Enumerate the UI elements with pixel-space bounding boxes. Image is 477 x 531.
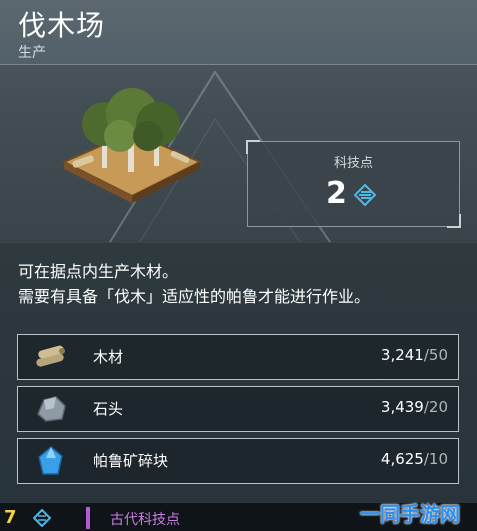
footer-tech-points: 7 xyxy=(4,507,17,528)
tech-point-value: 2 xyxy=(326,176,347,211)
material-have: 3,439 xyxy=(380,398,424,416)
tech-point-icon xyxy=(33,509,51,527)
tech-point-label: 科技点 xyxy=(333,156,373,171)
tech-point-icon xyxy=(354,184,376,206)
material-name: 帕鲁矿碎块 xyxy=(93,452,169,470)
material-need: /10 xyxy=(423,450,448,468)
description-line-2: 需要有具备「伐木」适应性的帕鲁才能进行作业。 xyxy=(18,287,371,306)
material-have: 3,241 xyxy=(380,346,424,364)
material-row-stone: 石头 3,439/20 xyxy=(17,386,459,432)
material-have: 4,625 xyxy=(380,450,424,468)
pal-fragment-icon xyxy=(38,446,63,475)
stone-icon xyxy=(37,396,66,422)
ancient-tech-tab[interactable]: 古代科技点 xyxy=(110,509,180,529)
material-need: /20 xyxy=(423,398,448,416)
material-name: 木材 xyxy=(93,348,124,366)
material-name: 石头 xyxy=(93,400,124,418)
wood-icon xyxy=(36,345,65,367)
header: 伐木场 生产 xyxy=(0,0,477,65)
building-title: 伐木场 xyxy=(18,9,106,42)
material-row-pal-fragment: 帕鲁矿碎块 4,625/10 xyxy=(17,438,459,484)
building-description: 可在据点内生产木材。 需要有具备「伐木」适应性的帕鲁才能进行作业。 xyxy=(18,259,370,309)
material-amount: 4,625/10 xyxy=(381,450,448,468)
lumber-mill-illustration xyxy=(61,88,203,203)
material-amount: 3,439/20 xyxy=(381,398,448,416)
footer-divider xyxy=(86,507,90,529)
tech-point-cost: 科技点 2 xyxy=(246,140,461,228)
material-list: 木材 3,241/50 石头 3,439/20 帕鲁矿碎块 4,625/10 xyxy=(17,334,459,490)
watermark-logo: 一同手游网 xyxy=(360,502,460,526)
description-line-1: 可在据点内生产木材。 xyxy=(18,262,179,281)
building-category: 生产 xyxy=(18,45,46,61)
material-amount: 3,241/50 xyxy=(381,346,448,364)
material-need: /50 xyxy=(423,346,448,364)
material-row-wood: 木材 3,241/50 xyxy=(17,334,459,380)
